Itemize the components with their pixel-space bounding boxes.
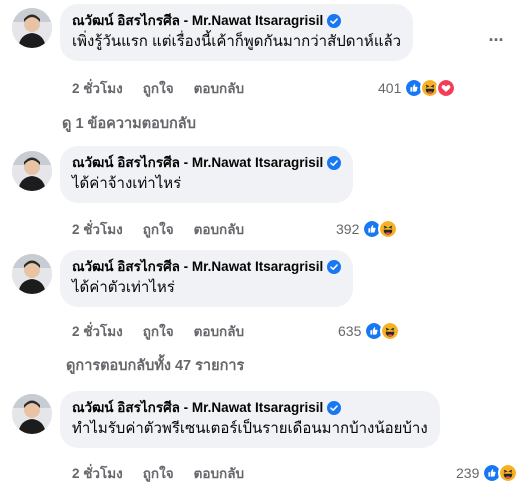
view-all-replies-link[interactable]: ดูการตอบกลับทั้ง 47 รายการ [66, 356, 244, 376]
reaction-count: 635 [338, 323, 362, 339]
author-name[interactable]: ณวัฒน์ อิสรไกรศีล - Mr.Nawat Itsaragrisi… [72, 12, 323, 30]
reaction-count: 239 [456, 465, 480, 481]
avatar[interactable] [12, 151, 52, 191]
reaction-summary[interactable]: 401 [378, 78, 457, 98]
like-button[interactable]: ถูกใจ [143, 465, 174, 483]
reply-button[interactable]: ตอบกลับ [194, 465, 244, 483]
view-replies-link[interactable]: ดู 1 ข้อความตอบกลับ [62, 114, 196, 134]
avatar[interactable] [12, 254, 52, 294]
reply-button[interactable]: ตอบกลับ [194, 80, 244, 98]
verified-badge-icon [327, 14, 342, 28]
comment-bubble: ณวัฒน์ อิสรไกรศีล - Mr.Nawat Itsaragrisi… [60, 4, 414, 61]
like-button[interactable]: ถูกใจ [143, 80, 174, 98]
avatar[interactable] [12, 8, 52, 48]
comment-bubble: ณวัฒน์ อิสรไกรศีล - Mr.Nawat Itsaragrisi… [60, 391, 440, 448]
like-button[interactable]: ถูกใจ [143, 323, 174, 341]
comment-text: ได้ค่าตัวเท่าไหร่ [72, 279, 175, 296]
more-horizontal-icon: ··· [488, 29, 505, 50]
like-button[interactable]: ถูกใจ [143, 221, 174, 239]
comment-bubble: ณวัฒน์ อิสรไกรศีล - Mr.Nawat Itsaragrisi… [60, 250, 354, 307]
author-name[interactable]: ณวัฒน์ อิสรไกรศีล - Mr.Nawat Itsaragrisi… [72, 258, 323, 276]
author-name[interactable]: ณวัฒน์ อิสรไกรศีล - Mr.Nawat Itsaragrisi… [72, 154, 323, 172]
verified-badge-icon [327, 260, 342, 274]
haha-reaction-icon [378, 219, 399, 239]
haha-reaction-icon [380, 321, 401, 341]
reaction-summary[interactable]: 239 [456, 463, 519, 483]
author-name[interactable]: ณวัฒน์ อิสรไกรศีล - Mr.Nawat Itsaragrisi… [72, 399, 323, 417]
comment-timestamp[interactable]: 2 ชั่วโมง [72, 221, 123, 239]
reaction-summary[interactable]: 392 [336, 219, 399, 239]
comment-text: เพิ่งรู้วันแรก แต่เรื่องนี้เค้าก็พูดกันม… [72, 33, 402, 50]
reaction-count: 401 [378, 80, 402, 96]
comment-actions: 2 ชั่วโมง ถูกใจ ตอบกลับ [72, 465, 244, 483]
comment-text: ทำไมรับค่าตัวพรีเซนเตอร์เป็นรายเดือนมากบ… [72, 420, 428, 437]
comment-actions: 2 ชั่วโมง ถูกใจ ตอบกลับ [72, 221, 244, 239]
more-options-button[interactable]: ··· [484, 28, 508, 52]
comment-actions: 2 ชั่วโมง ถูกใจ ตอบกลับ [72, 80, 244, 98]
reply-button[interactable]: ตอบกลับ [194, 323, 244, 341]
love-reaction-icon [436, 78, 457, 98]
reaction-summary[interactable]: 635 [338, 321, 401, 341]
comment-text: ได้ค่าจ้างเท่าไหร่ [72, 175, 182, 192]
comment-timestamp[interactable]: 2 ชั่วโมง [72, 465, 123, 483]
comment-bubble: ณวัฒน์ อิสรไกรศีล - Mr.Nawat Itsaragrisi… [60, 146, 354, 203]
reply-button[interactable]: ตอบกลับ [194, 221, 244, 239]
comment-timestamp[interactable]: 2 ชั่วโมง [72, 323, 123, 341]
comment-actions: 2 ชั่วโมง ถูกใจ ตอบกลับ [72, 323, 244, 341]
comment-timestamp[interactable]: 2 ชั่วโมง [72, 80, 123, 98]
verified-badge-icon [327, 401, 342, 415]
haha-reaction-icon [498, 463, 519, 483]
verified-badge-icon [327, 156, 342, 170]
reaction-count: 392 [336, 221, 360, 237]
avatar[interactable] [12, 394, 52, 434]
